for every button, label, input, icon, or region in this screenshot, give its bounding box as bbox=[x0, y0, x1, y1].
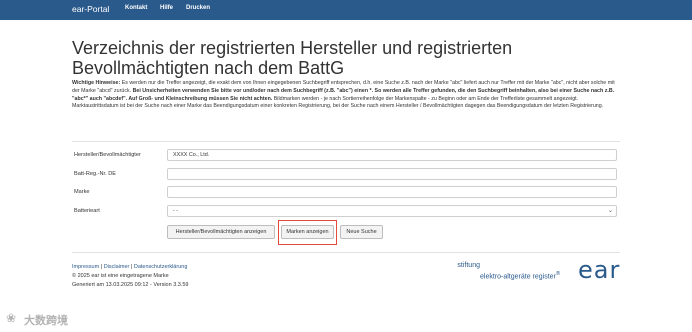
logo-register-text: elektro-altgeräte register bbox=[480, 273, 556, 281]
top-navbar: ear-Portal Kontakt Hilfe Drucken bbox=[0, 0, 692, 20]
logo-registered-mark: ® bbox=[555, 271, 561, 277]
divider-top bbox=[72, 141, 620, 142]
batt-reg-label: Batt-Reg.-Nr. DE bbox=[74, 171, 116, 177]
battery-type-selected: - - bbox=[173, 208, 179, 214]
manufacturer-label: Hersteller/Bevollmächtigter bbox=[74, 152, 141, 158]
search-hints: Wichtige Hinweise: Es werden nur die Tre… bbox=[72, 80, 620, 111]
watermark-text: 大数跨境 bbox=[24, 315, 68, 327]
highlight-box bbox=[278, 220, 337, 245]
footer-link-disclaimer[interactable]: Disclaimer bbox=[104, 264, 130, 270]
manufacturer-input[interactable]: XXXX Co., Ltd. bbox=[167, 149, 617, 161]
ear-logo-mark: ear bbox=[578, 256, 621, 284]
nav-link-hilfe[interactable]: Hilfe bbox=[160, 5, 173, 11]
hints-lead: Wichtige Hinweise: bbox=[72, 80, 121, 86]
page-title: Verzeichnis der registrierten Hersteller… bbox=[72, 38, 513, 78]
watermark: ❀ 大数跨境 bbox=[6, 311, 96, 327]
show-manufacturers-button[interactable]: Hersteller/Bevollmächtigten anzeigen bbox=[167, 225, 275, 239]
footer-link-impressum[interactable]: Impressum bbox=[72, 264, 99, 270]
brand-label: Marke bbox=[74, 189, 90, 195]
watermark-icon: ❀ bbox=[6, 311, 17, 325]
logo-line-stiftung: stiftung bbox=[457, 262, 480, 269]
chevron-down-icon: ⌄ bbox=[607, 208, 613, 214]
nav-link-kontakt[interactable]: Kontakt bbox=[125, 5, 147, 11]
footer-trademark: © 2025 ear ist eine eingetragene Marke bbox=[72, 273, 169, 279]
brand-input[interactable] bbox=[167, 186, 617, 198]
divider-bottom bbox=[72, 252, 620, 253]
footer-generated: Generiert am 13.03.2025 09:12 - Version … bbox=[72, 282, 189, 288]
footer-links: Impressum | Disclaimer | Datenschutzerkl… bbox=[72, 264, 187, 270]
portal-brand[interactable]: ear-Portal bbox=[72, 4, 109, 14]
nav-link-drucken[interactable]: Drucken bbox=[186, 5, 210, 11]
batt-reg-input[interactable] bbox=[167, 168, 617, 180]
battery-type-label: Batterieart bbox=[74, 208, 100, 214]
new-search-button[interactable]: Neue Suche bbox=[340, 225, 383, 239]
footer-link-privacy[interactable]: Datenschutzerklärung bbox=[134, 264, 188, 270]
battery-type-select[interactable]: - - ⌄ bbox=[167, 205, 617, 217]
